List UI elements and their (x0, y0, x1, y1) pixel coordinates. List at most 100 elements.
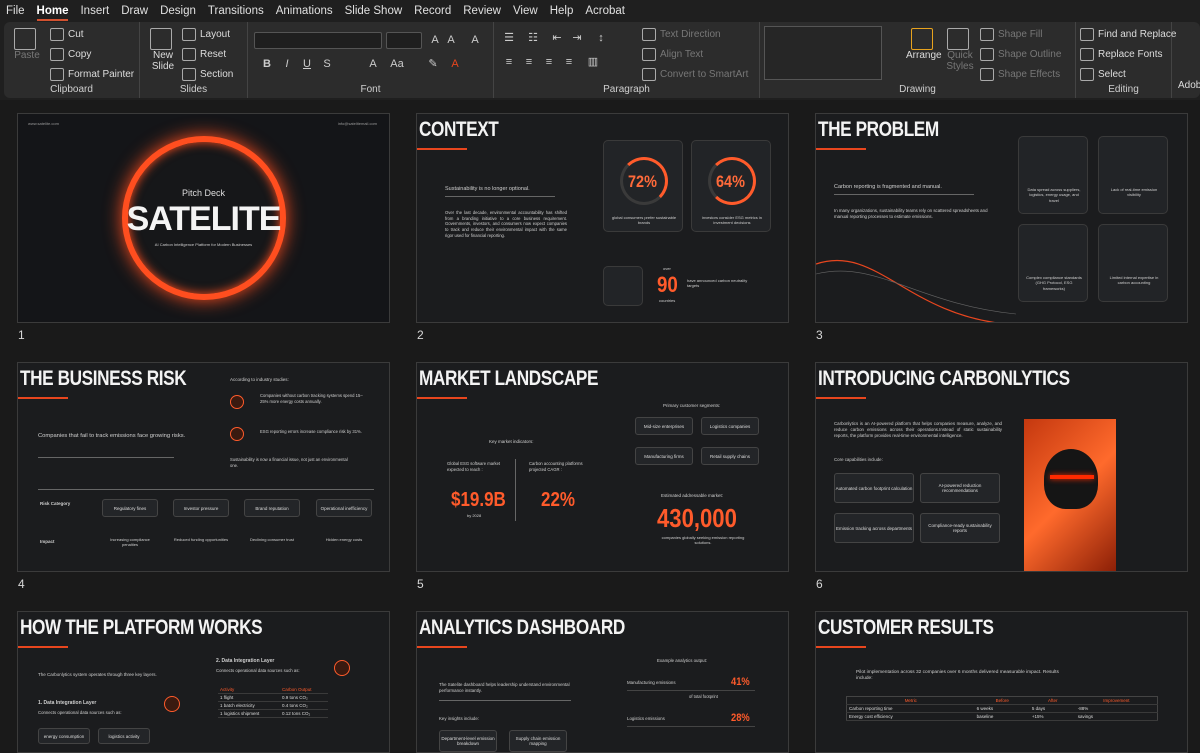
align-text-button[interactable]: Align Text (642, 48, 703, 61)
dashboard-body: The Satelite dashboard helps leadership … (439, 682, 570, 693)
columns-icon[interactable]: ▥ (586, 56, 600, 69)
section-button[interactable]: Section (182, 68, 233, 81)
convert-smartart-button[interactable]: Convert to SmartArt (642, 68, 748, 81)
menu-review[interactable]: Review (457, 0, 507, 21)
new-slide-icon (150, 28, 172, 50)
layout-button[interactable]: Layout (182, 28, 230, 41)
menu-slide-show[interactable]: Slide Show (339, 0, 409, 21)
slide-number-2: 2 (417, 328, 424, 342)
find-replace-button[interactable]: Find and Replace (1080, 28, 1176, 41)
align-center-icon[interactable]: ≡ (522, 56, 536, 69)
char-spacing-icon[interactable]: A (366, 58, 380, 71)
bold-icon[interactable]: B (260, 58, 274, 71)
slide-thumb-8[interactable]: ANALYTICS DASHBOARD The Satelite dashboa… (416, 611, 789, 753)
menu-draw[interactable]: Draw (115, 0, 154, 21)
slide-number-3: 3 (816, 328, 823, 342)
replace-fonts-button[interactable]: Replace Fonts (1080, 48, 1162, 61)
cut-button[interactable]: Cut (50, 28, 84, 41)
menu-insert[interactable]: Insert (74, 0, 115, 21)
menu-transitions[interactable]: Transitions (202, 0, 270, 21)
quick-styles-button[interactable]: Quick Styles (946, 28, 974, 72)
slide-2-title: CONTEXT (419, 118, 499, 141)
capability-card: AI-powered reduction recommendations (920, 473, 1000, 503)
slide-thumb-1[interactable]: www.satelite.com info@satelitemail.com P… (17, 113, 390, 323)
select-button[interactable]: Select (1080, 68, 1126, 81)
new-slide-button[interactable]: New Slide (148, 28, 178, 72)
highlight-icon[interactable]: ✎ (426, 58, 440, 71)
slide-thumb-7[interactable]: HOW THE PLATFORM WORKS The Carbonlytics … (17, 611, 390, 753)
slide-thumb-5[interactable]: MARKET LANDSCAPE Key market indicators: … (416, 362, 789, 572)
menu-home[interactable]: Home (31, 0, 75, 21)
cursor-icon (1080, 68, 1094, 81)
stat-2-text: investors consider ESG metrics in invest… (701, 215, 763, 226)
menu-acrobat[interactable]: Acrobat (579, 0, 631, 21)
justify-icon[interactable]: ≡ (562, 56, 576, 69)
italic-icon[interactable]: I (280, 58, 294, 71)
change-case-icon[interactable]: Aa (390, 58, 404, 71)
search-icon (1080, 28, 1094, 41)
menu-record[interactable]: Record (408, 0, 457, 21)
robot-visor (1050, 475, 1094, 479)
line-spacing-icon[interactable]: ↕ (594, 32, 608, 45)
title-underline (417, 397, 467, 399)
align-right-icon[interactable]: ≡ (542, 56, 556, 69)
website-text: www.satelite.com (28, 121, 59, 126)
impact-text: Declining consumer trust (249, 537, 295, 542)
format-painter-button[interactable]: Format Painter (50, 68, 134, 81)
stat-card-2: 64% investors consider ESG metrics in in… (691, 140, 771, 232)
increase-indent-icon[interactable]: ⇥ (570, 32, 584, 45)
slide-9-title: CUSTOMER RESULTS (818, 616, 994, 639)
menu-help[interactable]: Help (544, 0, 580, 21)
slide-number-1: 1 (18, 328, 25, 342)
clear-format-icon[interactable]: A (468, 34, 482, 47)
results-table: Metric Before After Improvement Carbon repo… (846, 696, 1158, 721)
capability-card: Compliance-ready sustainability reports (920, 513, 1000, 543)
ribbon: Paste Cut Copy Format Painter Clipboard … (4, 22, 1200, 98)
slide-4-title: THE BUSINESS RISK (20, 367, 187, 390)
shape-fill-button[interactable]: Shape Fill (980, 28, 1042, 41)
grow-font-icon[interactable]: A (428, 34, 442, 47)
shape-effects-button[interactable]: Shape Effects (980, 68, 1060, 81)
shape-outline-button[interactable]: Shape Outline (980, 48, 1061, 61)
align-left-icon[interactable]: ≡ (502, 56, 516, 69)
title-underline (18, 646, 68, 648)
menu-animations[interactable]: Animations (270, 0, 339, 21)
underline-icon[interactable]: U (300, 58, 314, 71)
stat-64: 64% (716, 172, 745, 191)
shapes-gallery[interactable] (764, 26, 882, 80)
editing-label: Editing (1108, 84, 1139, 95)
addressable-text: companies globally seeking emission repo… (661, 535, 745, 546)
slide-thumb-9[interactable]: CUSTOMER RESULTS Pilot implementation ac… (815, 611, 1188, 753)
strikethrough-icon[interactable]: S (320, 58, 334, 71)
menu-view[interactable]: View (507, 0, 544, 21)
decrease-indent-icon[interactable]: ⇤ (550, 32, 564, 45)
paste-button[interactable]: Paste (14, 28, 40, 61)
menu-design[interactable]: Design (154, 0, 202, 21)
atom-icon (164, 696, 180, 712)
slide-thumb-6[interactable]: INTRODUCING CARBONLYTICS Carbonlytics is… (815, 362, 1188, 572)
font-size-combo[interactable] (386, 32, 422, 49)
arrange-icon (910, 28, 933, 50)
text-direction-button[interactable]: Text Direction (642, 28, 721, 41)
divider (834, 194, 974, 195)
font-name-combo[interactable] (254, 32, 382, 49)
shrink-font-icon[interactable]: A (444, 34, 458, 47)
addressable-value: 430,000 (657, 503, 737, 533)
segment-pill: Retail supply chains (701, 447, 759, 465)
arrange-button[interactable]: Arrange (906, 28, 942, 61)
font-color-icon[interactable]: A (448, 58, 462, 71)
menu-file[interactable]: File (0, 0, 31, 21)
slide-thumb-2[interactable]: CONTEXT Sustainability is no longer opti… (416, 113, 789, 323)
numbering-icon[interactable]: ☷ (526, 32, 540, 45)
reset-button[interactable]: Reset (182, 48, 226, 61)
divider (445, 196, 555, 197)
bullets-icon[interactable]: ☰ (502, 32, 516, 45)
activity-table: Activity Carbon Output 1 flight 0.9 tons C… (218, 686, 328, 718)
risk-fact-3: Sustainability is now a financial issue,… (230, 457, 348, 468)
slide-thumb-4[interactable]: THE BUSINESS RISK According to industry … (17, 362, 390, 572)
slide-thumb-3[interactable]: THE PROBLEM Carbon reporting is fragment… (815, 113, 1188, 323)
bar-track (627, 690, 755, 691)
copy-button[interactable]: Copy (50, 48, 91, 61)
risk-pill: Operational inefficiency (316, 499, 372, 517)
smartart-icon (642, 68, 656, 81)
